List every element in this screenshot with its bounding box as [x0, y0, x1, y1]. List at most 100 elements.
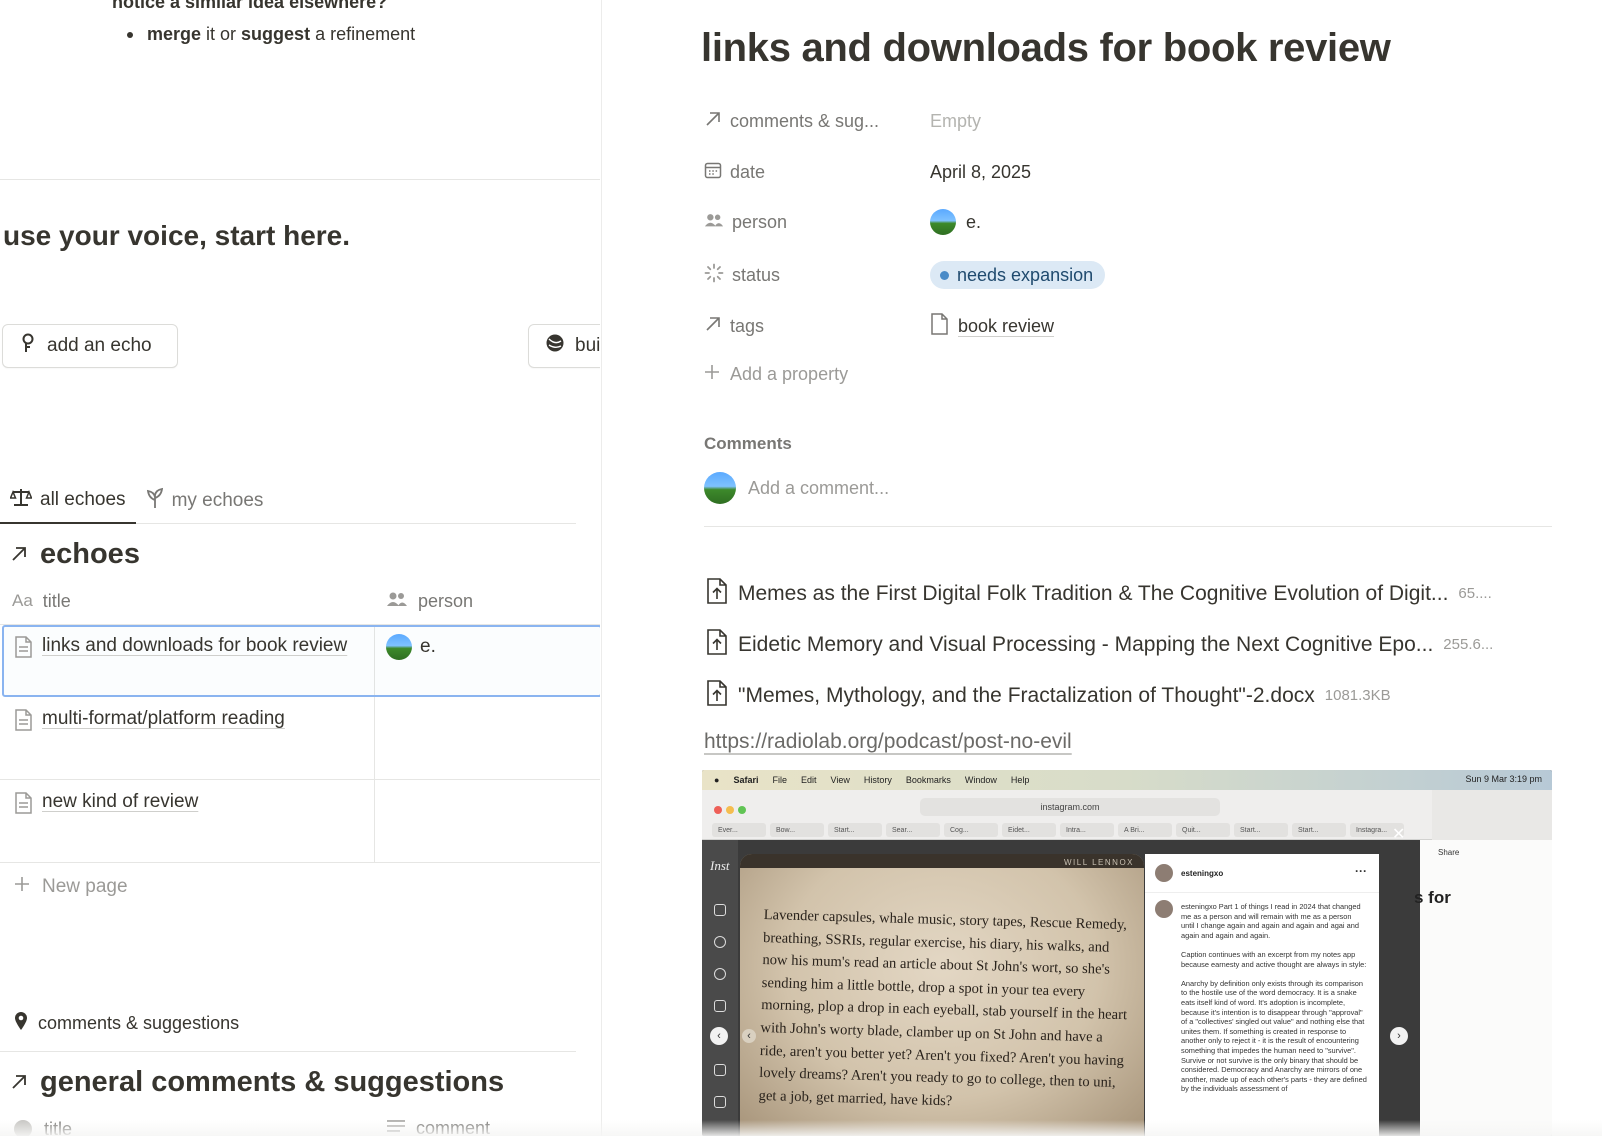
- tab-label: comments & suggestions: [38, 1013, 240, 1033]
- file-upload-icon: [706, 629, 728, 660]
- file-name: "Memes, Mythology, and the Fractalizatio…: [738, 683, 1315, 707]
- file-name: Eidetic Memory and Visual Processing - M…: [738, 632, 1434, 656]
- status-text: needs expansion: [957, 264, 1094, 285]
- property-value[interactable]: e.: [930, 209, 981, 235]
- cut-off-text: notice a similar idea elsewhere?: [112, 0, 388, 12]
- property-name: tags: [704, 315, 930, 338]
- column-header-person[interactable]: person: [386, 588, 473, 614]
- table-row[interactable]: links and downloads for book review: [14, 632, 354, 667]
- row-title-text: multi-format/platform reading: [42, 708, 285, 729]
- create-icon: [714, 1096, 726, 1108]
- page-icon: [930, 312, 948, 340]
- table-row[interactable]: multi-format/platform reading: [14, 705, 364, 740]
- build-button[interactable]: bui: [528, 324, 600, 368]
- avatar: [1155, 864, 1173, 882]
- file-upload-icon: [706, 680, 728, 711]
- tab-all-echoes[interactable]: all echoes: [0, 478, 136, 524]
- property-status[interactable]: status needs expansion: [704, 260, 1524, 290]
- file-name: Memes as the First Digital Folk Traditio…: [738, 581, 1449, 605]
- avatar: [704, 472, 736, 504]
- build-label: bui: [575, 335, 600, 356]
- add-echo-label: add an echo: [47, 335, 152, 356]
- page-icon: [14, 792, 32, 823]
- property-value[interactable]: book review: [930, 312, 1054, 340]
- apple-icon: ●: [714, 775, 720, 785]
- column-header-title[interactable]: Aa title: [12, 588, 71, 614]
- scale-icon: [9, 487, 33, 513]
- sprout-icon: [146, 487, 164, 515]
- comment-placeholder: Add a comment...: [748, 477, 890, 498]
- external-link[interactable]: https://radiolab.org/podcast/post-no-evi…: [704, 730, 1072, 754]
- minimize-dot: [726, 806, 734, 814]
- instagram-right-panel: Share s for: [1414, 840, 1552, 1136]
- arrow-up-right-icon: [10, 538, 28, 571]
- database-title-text: general comments & suggestions: [40, 1066, 505, 1098]
- url-bar: instagram.com: [920, 798, 1220, 816]
- table-row[interactable]: new kind of review: [14, 788, 364, 823]
- comment-input[interactable]: Add a comment...: [704, 472, 889, 504]
- database-title-text: echoes: [40, 538, 140, 570]
- tab-divider: [0, 1051, 576, 1052]
- file-size: 255.6...: [1443, 636, 1494, 653]
- tab-label: my echoes: [171, 490, 264, 511]
- property-tags[interactable]: tags book review: [704, 311, 1524, 341]
- file-attachment[interactable]: "Memes, Mythology, and the Fractalizatio…: [706, 680, 1391, 711]
- tab-my-echoes[interactable]: my echoes: [136, 478, 274, 524]
- property-value[interactable]: needs expansion: [930, 261, 1106, 289]
- post-header: esteningxo ···: [1155, 864, 1367, 882]
- add-property-label: Add a property: [730, 364, 849, 384]
- cut-off-title: s for: [1414, 888, 1451, 907]
- post-caption: esteningxo Part 1 of things I read in 20…: [1181, 902, 1367, 1094]
- close-dot: [714, 806, 722, 814]
- globe-icon: [545, 333, 565, 359]
- zoom-dot: [738, 806, 746, 814]
- property-comments[interactable]: comments & sug... Empty: [704, 106, 1524, 136]
- new-page-label: New page: [42, 876, 128, 897]
- page-icon: [14, 709, 32, 740]
- file-attachment[interactable]: Eidetic Memory and Visual Processing - M…: [706, 629, 1493, 660]
- property-person[interactable]: person e.: [704, 207, 1524, 237]
- property-value[interactable]: April 8, 2025: [930, 162, 1031, 183]
- avatar: [386, 634, 412, 660]
- bullet-item: merge it or suggest a refinement: [127, 24, 415, 45]
- property-date[interactable]: date April 8, 2025: [704, 157, 1524, 187]
- bullet-text: merge it or suggest a refinement: [147, 24, 416, 44]
- avatar: [1155, 900, 1173, 918]
- database-title[interactable]: general comments & suggestions: [10, 1066, 504, 1099]
- database-title[interactable]: echoes: [10, 538, 140, 571]
- comments-heading: Comments: [704, 434, 792, 453]
- linked-page-title[interactable]: book review: [958, 316, 1054, 337]
- people-icon: [386, 591, 408, 612]
- post-username: esteningxo: [1181, 868, 1224, 878]
- add-echo-button[interactable]: add an echo: [2, 324, 178, 368]
- location-pin-icon: [14, 1011, 28, 1036]
- browser-toolbar: instagram.com Ever... Bow... Start... Se…: [702, 790, 1432, 840]
- property-name: person: [704, 212, 930, 233]
- new-page-button[interactable]: New page: [14, 876, 128, 898]
- arrow-up-right-icon: [10, 1066, 28, 1099]
- person-cell[interactable]: e.: [386, 634, 436, 660]
- search-icon: [714, 936, 726, 948]
- bottom-fade: [0, 1120, 1602, 1136]
- file-size: 65....: [1458, 585, 1492, 602]
- add-property-button[interactable]: Add a property: [704, 364, 848, 385]
- column-header-label: person: [418, 590, 474, 611]
- instagram-logo: Inst: [710, 858, 730, 873]
- file-attachment[interactable]: Memes as the First Digital Folk Traditio…: [706, 578, 1492, 609]
- book-photo: WILL LENNOX Lavender capsules, whale mus…: [740, 854, 1144, 1136]
- embedded-screenshot-image[interactable]: ● Safari File Edit View History Bookmark…: [702, 770, 1552, 1136]
- person-pin-icon: [19, 333, 37, 359]
- page-title[interactable]: links and downloads for book review: [701, 26, 1391, 71]
- menubar-clock: Sun 9 Mar 3:19 pm: [1465, 774, 1542, 784]
- left-pane: notice a similar idea elsewhere? merge i…: [0, 0, 600, 1136]
- tab-comments-suggestions[interactable]: comments & suggestions: [14, 1011, 239, 1036]
- book-page-text: Lavender capsules, whale music, story ta…: [758, 906, 1128, 1110]
- calendar-icon: [704, 161, 722, 184]
- compass-icon: [714, 968, 726, 980]
- property-value[interactable]: Empty: [930, 111, 981, 132]
- more-icon: ···: [1355, 864, 1367, 878]
- row-title-text: new kind of review: [42, 791, 199, 812]
- tab-label: all echoes: [40, 489, 126, 510]
- heart-icon: [714, 1064, 726, 1076]
- avatar: [930, 209, 956, 235]
